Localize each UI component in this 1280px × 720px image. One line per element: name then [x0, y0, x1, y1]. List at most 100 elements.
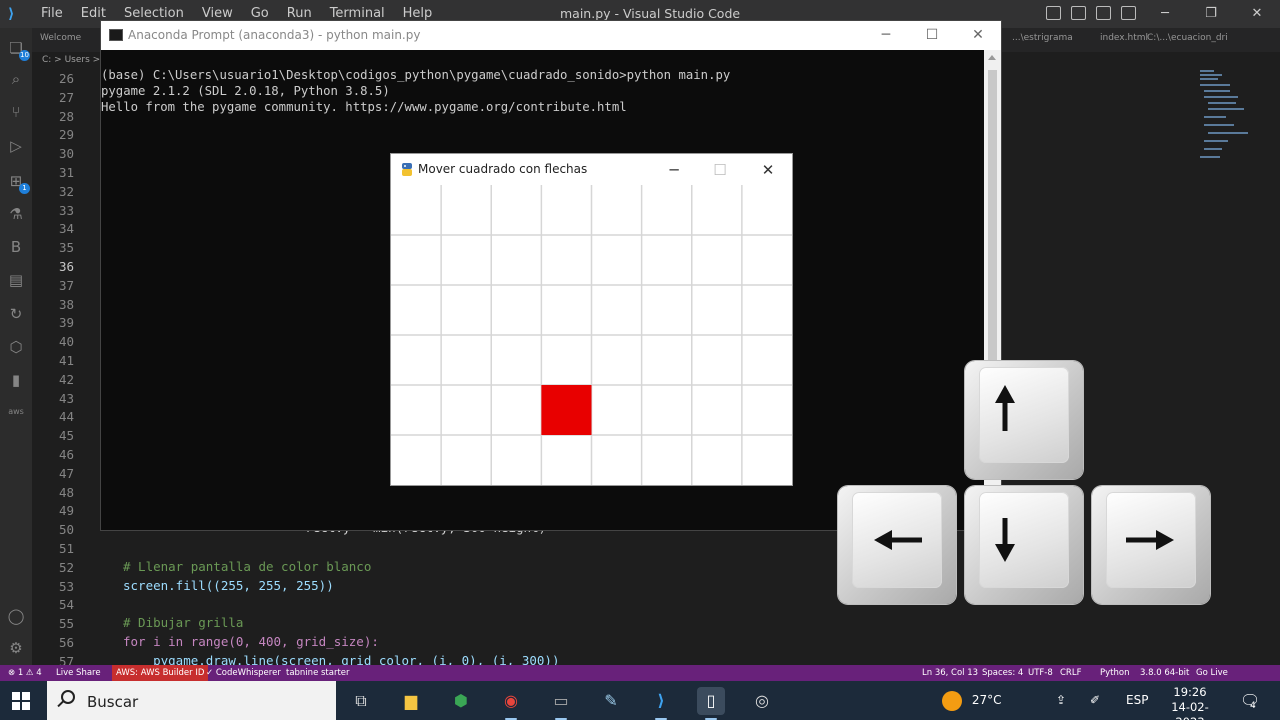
customize-layout-icon[interactable]: [1121, 6, 1136, 20]
line-number: 44: [58, 409, 74, 425]
tabnine-status[interactable]: tabnine starter: [286, 665, 350, 681]
line-number: 51: [58, 541, 74, 556]
right-arrow-key: [1092, 486, 1210, 604]
line-number: 50: [58, 522, 74, 538]
console-icon: [109, 29, 123, 41]
cursor-position[interactable]: Ln 36, Col 13: [922, 665, 978, 681]
search-icon[interactable]: ⌕: [6, 69, 26, 89]
down-arrow-icon: [995, 518, 1015, 562]
left-arrow-key: [838, 486, 956, 604]
clock-date: 14-02-2023: [1171, 700, 1209, 720]
indentation-status[interactable]: Spaces: 4: [982, 665, 1023, 681]
pygame-snake-icon: [402, 163, 412, 176]
up-arrow-icon: [995, 385, 1015, 431]
line-number: 40: [58, 334, 74, 350]
terminal-app-icon[interactable]: ▭: [547, 687, 575, 720]
remote-icon[interactable]: ↻: [6, 304, 26, 324]
terminal-line-3: Hello from the pygame community. https:/…: [101, 100, 627, 114]
menu-help[interactable]: Help: [403, 6, 433, 21]
vscode-minimize-icon[interactable]: ─: [1142, 0, 1188, 28]
live-share-status[interactable]: Live Share: [56, 665, 101, 681]
menu-selection[interactable]: Selection: [124, 6, 184, 21]
menu-file[interactable]: File: [41, 6, 63, 21]
vscode-restore-icon[interactable]: ❐: [1188, 0, 1234, 28]
search-placeholder: Buscar: [87, 693, 139, 711]
vscode-taskbar-icon[interactable]: ⟩: [647, 687, 675, 720]
interpreter-status[interactable]: 3.8.0 64-bit: [1140, 665, 1189, 681]
language-indicator[interactable]: ESP: [1126, 681, 1148, 720]
chrome-icon[interactable]: ◉: [497, 687, 525, 720]
document-app-icon[interactable]: ▯: [697, 687, 725, 720]
minimap[interactable]: [1198, 68, 1248, 168]
scroll-up-icon[interactable]: [988, 55, 996, 60]
package-icon[interactable]: ⬡: [6, 337, 26, 357]
notification-icon[interactable]: 🗨 4: [1240, 681, 1260, 720]
line-number: 27: [58, 89, 74, 105]
language-mode[interactable]: Python: [1100, 665, 1129, 681]
tray-pen-icon[interactable]: ✐: [1090, 681, 1100, 720]
file-explorer-icon[interactable]: ▆: [397, 687, 425, 715]
bookmarks-icon[interactable]: ▮: [6, 370, 26, 390]
run-debug-icon[interactable]: ▷: [6, 136, 26, 156]
menu-view[interactable]: View: [202, 6, 233, 21]
menu-terminal[interactable]: Terminal: [330, 6, 385, 21]
conda-close-icon[interactable]: ✕: [955, 21, 1001, 50]
paint-icon[interactable]: ✎: [597, 687, 625, 715]
line-number: 29: [58, 127, 74, 143]
menu-edit[interactable]: Edit: [81, 6, 106, 21]
codewhisperer-status[interactable]: ✓ CodeWhisperer: [206, 665, 281, 681]
menu-run[interactable]: Run: [287, 6, 312, 21]
aws-icon[interactable]: aws: [6, 402, 26, 422]
vscode-window-title: main.py - Visual Studio Code: [560, 6, 741, 21]
tab-index-html[interactable]: index.html: [1100, 33, 1148, 43]
toggle-panel-icon[interactable]: [1071, 6, 1086, 20]
code-line-53: screen.fill((255, 255, 255)): [123, 578, 334, 593]
tab-ecuacion[interactable]: C:\...\ecuacion_dri: [1147, 33, 1228, 43]
source-control-icon[interactable]: ⑂: [6, 102, 26, 122]
line-number: 35: [58, 240, 74, 256]
windows-start-icon[interactable]: [12, 692, 30, 710]
line-number: 37: [58, 277, 74, 293]
extensions-icon[interactable]: ⊞ 1: [6, 171, 30, 194]
pygame-titlebar: Mover cuadrado con flechas ─ ☐ ✕: [391, 154, 792, 185]
encoding-status[interactable]: UTF-8: [1028, 665, 1053, 681]
security-shield-icon[interactable]: ⬢: [447, 687, 475, 715]
weather-widget[interactable]: 27°C: [942, 681, 1001, 720]
problems-status[interactable]: ⊗ 1 ⚠ 4: [8, 665, 42, 681]
container-icon[interactable]: ▤: [6, 270, 26, 290]
pygame-close-icon[interactable]: ✕: [753, 158, 783, 182]
tab-welcome[interactable]: Welcome: [40, 33, 81, 43]
pygame-minimize-icon[interactable]: ─: [659, 158, 689, 182]
line-number: 26: [58, 71, 74, 86]
bookmark-b-icon[interactable]: B: [6, 237, 26, 257]
sun-icon: [942, 690, 962, 711]
pygame-canvas[interactable]: [391, 185, 792, 485]
aws-status[interactable]: AWS: AWS Builder ID: [112, 665, 209, 681]
pygame-maximize-icon[interactable]: ☐: [705, 158, 735, 182]
activity-bar: ❏ 10 ⌕ ⑂ ▷ ⊞ 1 ⚗ B ▤ ↻ ⬡ ▮ aws ◯ ⚙: [0, 28, 32, 665]
conda-maximize-icon[interactable]: ☐: [909, 21, 955, 50]
taskbar-clock[interactable]: 19:26 14-02-2023: [1160, 685, 1220, 720]
go-live-button[interactable]: Go Live: [1196, 665, 1228, 681]
settings-gear-icon[interactable]: ⚙: [6, 638, 26, 658]
windows-taskbar: Buscar ⧉ ▆ ⬢ ◉ ▭ ✎ ⟩ ▯ ◎ 27°C ⇪ ✐ ESP 19…: [0, 681, 1280, 720]
tray-network-icon[interactable]: ⇪: [1056, 681, 1066, 720]
line-number: 56: [58, 635, 74, 650]
testing-icon[interactable]: ⚗: [6, 204, 26, 224]
layout-controls: [1046, 6, 1136, 20]
toggle-sidebar-icon[interactable]: [1046, 6, 1061, 20]
taskbar-search-box[interactable]: Buscar: [47, 681, 336, 720]
vscode-close-icon[interactable]: ✕: [1234, 0, 1280, 28]
task-view-icon[interactable]: ⧉: [347, 687, 375, 715]
eol-status[interactable]: CRLF: [1060, 665, 1081, 681]
menu-go[interactable]: Go: [251, 6, 269, 21]
accounts-icon[interactable]: ◯: [6, 606, 26, 626]
toggle-secondary-sidebar-icon[interactable]: [1096, 6, 1111, 20]
conda-minimize-icon[interactable]: ─: [863, 21, 909, 50]
scroll-thumb[interactable]: [988, 70, 997, 390]
obs-icon[interactable]: ◎: [748, 687, 776, 715]
red-square: [541, 385, 592, 435]
tab-estrigrama[interactable]: ...\estrigrama: [1012, 33, 1073, 43]
explorer-icon[interactable]: ❏ 10: [6, 38, 30, 61]
pygame-window[interactable]: Mover cuadrado con flechas ─ ☐ ✕: [390, 153, 793, 486]
